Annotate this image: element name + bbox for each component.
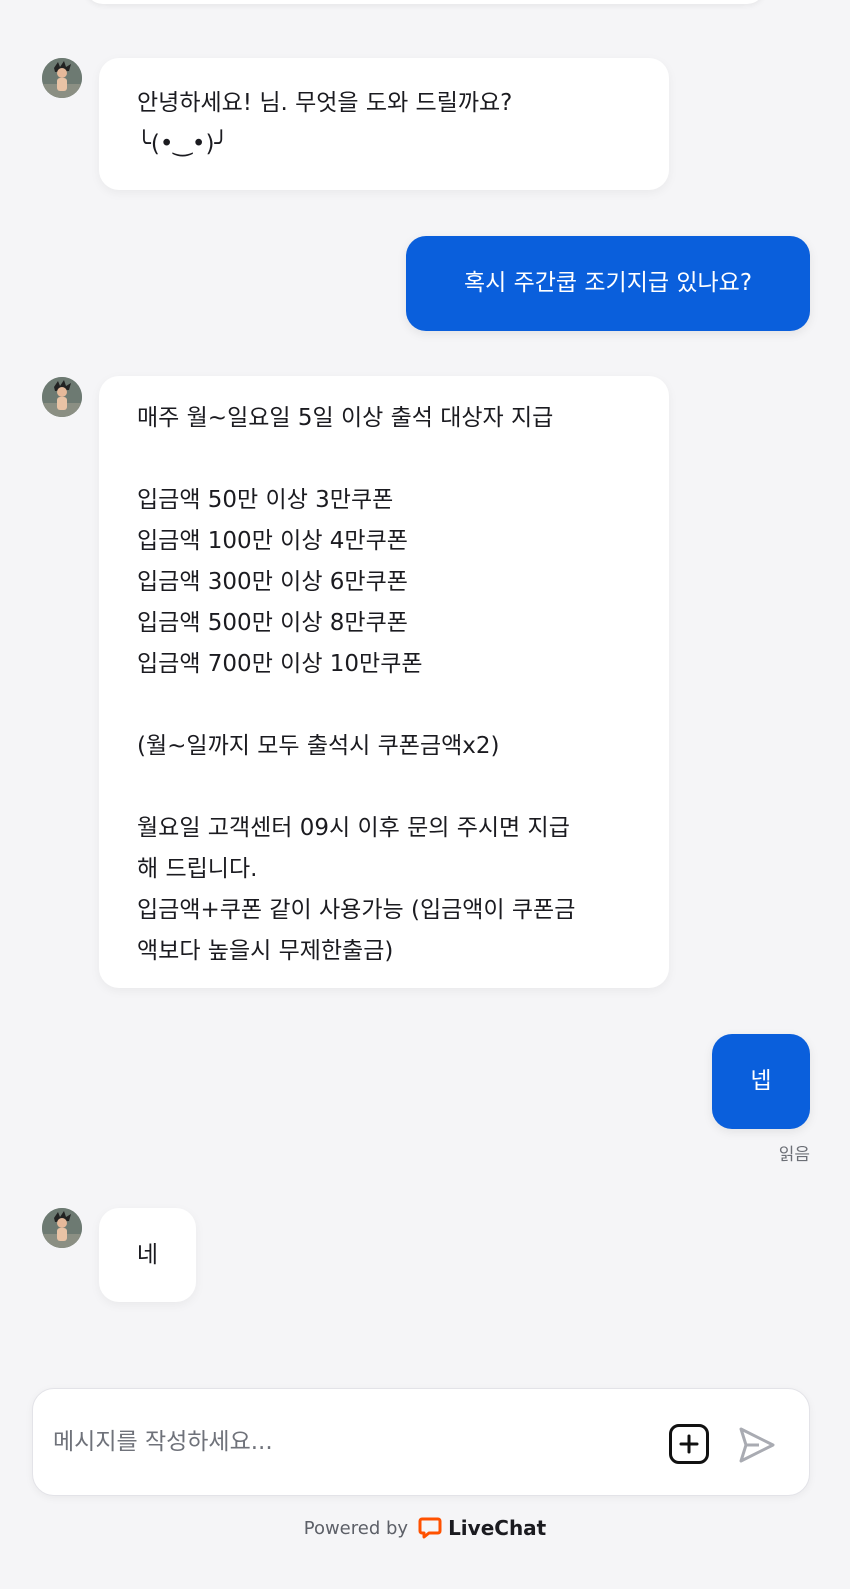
livechat-brand-name: LiveChat	[448, 1516, 547, 1540]
message-input[interactable]	[53, 1419, 653, 1465]
agent-message: 네	[99, 1208, 196, 1302]
agent-avatar	[42, 58, 82, 98]
agent-avatar	[42, 1208, 82, 1248]
user-message: 혹시 주간쿱 조기지급 있나요?	[406, 236, 810, 331]
read-status: 읽음	[778, 1145, 810, 1165]
agent-avatar	[42, 377, 82, 417]
send-icon	[739, 1427, 775, 1463]
previous-message-bubble	[85, 0, 765, 4]
livechat-logo[interactable]: LiveChat	[418, 1516, 546, 1540]
agent-message: 안녕하세요! 님. 무엇을 도와 드릴까요? ╰(•‿•)╯	[99, 58, 669, 190]
attach-button[interactable]	[669, 1424, 709, 1464]
powered-by-footer: Powered by LiveChat	[0, 1516, 850, 1540]
message-composer	[32, 1388, 810, 1496]
powered-by-label: Powered by	[303, 1517, 409, 1539]
user-message: 넵	[712, 1034, 810, 1129]
plus-icon	[679, 1434, 699, 1454]
agent-message: 매주 월~일요일 5일 이상 출석 대상자 지급 입금액 50만 이상 3만쿠폰…	[99, 376, 669, 988]
send-button[interactable]	[735, 1423, 779, 1467]
livechat-chat-bubble-icon	[418, 1517, 442, 1539]
